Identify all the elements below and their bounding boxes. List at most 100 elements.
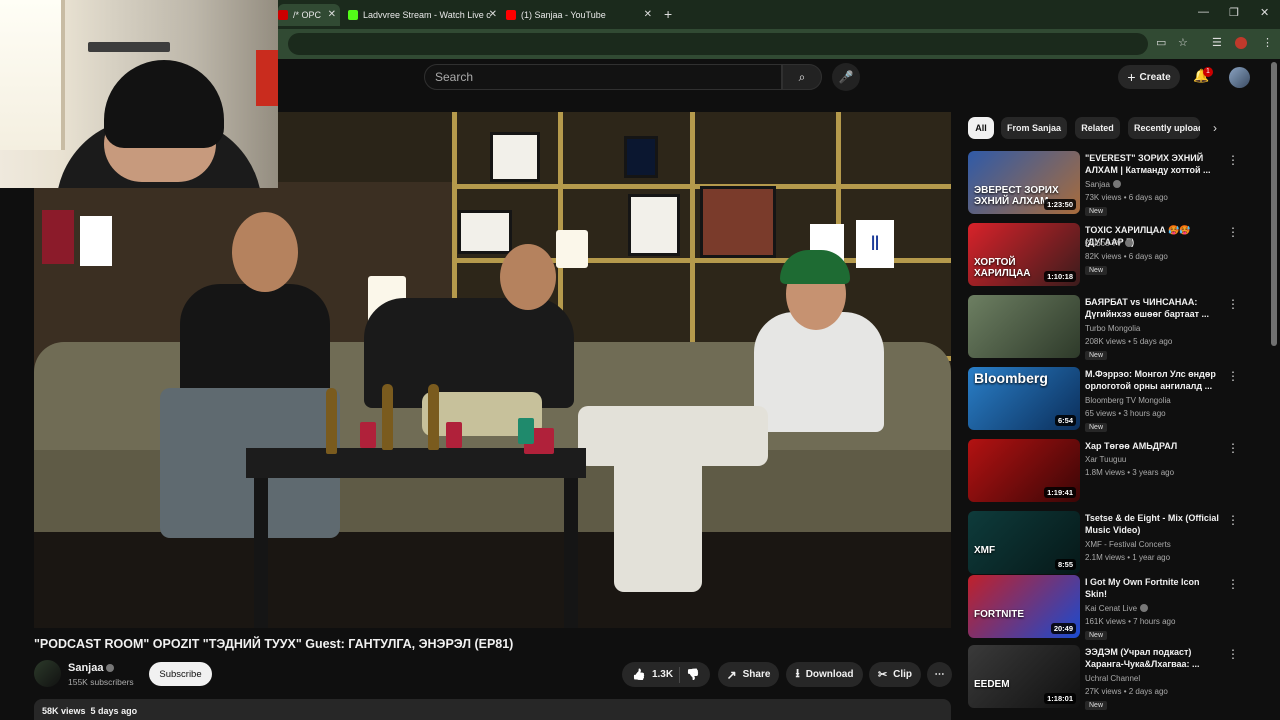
- video-scene-glass: [360, 422, 376, 448]
- recommended-video[interactable]: ЭВЕРЕСТ ЗОРИХ ЭХНИЙ АЛХАМ 1:23:50 "EVEREST…: [968, 151, 1243, 217]
- more-options-icon[interactable]: ⋮: [1227, 297, 1239, 311]
- more-actions-button[interactable]: ⋯: [927, 662, 952, 687]
- recommended-views: 208K views: [1085, 337, 1126, 346]
- video-thumbnail[interactable]: [968, 295, 1080, 358]
- bookmark-star-icon[interactable]: ☆: [1178, 36, 1188, 49]
- new-badge: New: [1085, 701, 1108, 710]
- recommended-video[interactable]: EEDEM 1:18:01 ЭЭДЭМ (Учрал подкаст) Харанг…: [968, 645, 1243, 711]
- new-tab-button[interactable]: +: [664, 6, 672, 22]
- recommended-channel-name: XMF - Festival Concerts: [1085, 540, 1171, 549]
- channel-name[interactable]: Sanjaa: [68, 662, 115, 674]
- video-thumbnail[interactable]: 1:19:41: [968, 439, 1080, 502]
- new-badge: New: [1085, 351, 1108, 360]
- reading-list-icon[interactable]: ☰: [1212, 36, 1222, 49]
- recommended-views: 65 views: [1085, 409, 1117, 418]
- video-scene-frame: [458, 210, 512, 254]
- verified-badge-icon: [106, 664, 115, 672]
- download-button[interactable]: ⭳ Download: [786, 662, 863, 687]
- recommended-title[interactable]: ЭЭДЭМ (Учрал подкаст) Харанга-Чука&Лхагв…: [1085, 646, 1221, 670]
- profile-icon[interactable]: [1235, 37, 1247, 49]
- recommended-meta: 73K views • 6 days ago: [1085, 193, 1168, 202]
- video-scene-floor: [34, 532, 951, 628]
- more-options-icon[interactable]: ⋮: [1227, 647, 1239, 661]
- recommended-video[interactable]: БАЯРБАТ vs ЧИНСАНАА: Дүгийнхээ өшөөг бар…: [968, 295, 1243, 361]
- video-thumbnail[interactable]: ЭВЕРЕСТ ЗОРИХ ЭХНИЙ АЛХАМ 1:23:50: [968, 151, 1080, 214]
- more-options-icon[interactable]: ⋮: [1227, 577, 1239, 591]
- account-avatar[interactable]: [1229, 67, 1250, 88]
- cast-icon[interactable]: ▭: [1156, 36, 1166, 49]
- create-button[interactable]: + Create: [1118, 65, 1180, 89]
- voice-search-button[interactable]: 🎤: [832, 63, 860, 91]
- recommended-channel[interactable]: Xar Tuuguu: [1085, 455, 1126, 464]
- recommended-channel[interactable]: Sanjaa: [1085, 180, 1121, 189]
- recommended-title[interactable]: БАЯРБАТ vs ЧИНСАНАА: Дүгийнхээ өшөөг бар…: [1085, 296, 1221, 320]
- like-count: 1.3K: [651, 669, 674, 680]
- restore-button[interactable]: ❐: [1229, 6, 1239, 19]
- chip-recently-uploaded[interactable]: Recently uploaded: [1128, 117, 1200, 139]
- description-box[interactable]: [34, 699, 951, 720]
- video-scene-glass: [446, 422, 462, 448]
- video-thumbnail[interactable]: Bloomberg 6:54: [968, 367, 1080, 430]
- search-button[interactable]: ⌕: [782, 64, 822, 90]
- recommended-channel[interactable]: Zolboo TV: [1085, 239, 1133, 248]
- recommended-views: 73K views: [1085, 193, 1122, 202]
- browser-tab-opozit[interactable]: /* OPC ✕: [278, 4, 340, 26]
- chip-from-channel[interactable]: From Sanjaa: [1001, 117, 1067, 139]
- more-options-icon[interactable]: ⋮: [1227, 441, 1239, 455]
- thumbs-down-icon[interactable]: 👎: [686, 668, 700, 681]
- close-tab-icon[interactable]: ✕: [328, 9, 336, 20]
- chip-related[interactable]: Related: [1075, 117, 1120, 139]
- video-scene-frame: [700, 186, 776, 258]
- download-label: Download: [805, 669, 854, 680]
- thumbnail-text: FORTNITE: [974, 609, 1024, 620]
- recommended-video[interactable]: ХОРТОЙ ХАРИЛЦАА 1:10:18 TOXIC ХАРИЛЦАА 🥵🥵 …: [968, 223, 1243, 289]
- recommended-video[interactable]: FORTNITE 20:49 I Got My Own Fortnite Icon …: [968, 575, 1243, 641]
- webcam-person-cap: [104, 60, 224, 148]
- recommended-title[interactable]: I Got My Own Fortnite Icon Skin!: [1085, 576, 1221, 600]
- video-thumbnail[interactable]: FORTNITE 20:49: [968, 575, 1080, 638]
- kebab-menu-icon[interactable]: ⋮: [1262, 36, 1273, 49]
- more-options-icon[interactable]: ⋮: [1227, 369, 1239, 383]
- verified-badge-icon: [1140, 604, 1149, 612]
- recommended-title[interactable]: "EVEREST" ЗОРИХ ЭХНИЙ АЛХАМ | Катманду х…: [1085, 152, 1221, 176]
- recommended-channel[interactable]: Turbo Mongolia: [1085, 324, 1140, 333]
- browser-tab-kick[interactable]: Ladvvree Stream - Watch Live c ✕: [348, 4, 500, 26]
- recommended-title[interactable]: М.Фэррэо: Монгол Улс өндөр орлоготой орн…: [1085, 368, 1221, 392]
- browser-tab-youtube[interactable]: (1) Sanjaa - YouTube ✕: [506, 4, 656, 26]
- like-button[interactable]: 👍 1.3K: [632, 668, 673, 681]
- chevron-right-icon[interactable]: ›: [1213, 121, 1217, 135]
- video-player[interactable]: Ⅱ: [34, 112, 951, 628]
- chip-all[interactable]: All: [968, 117, 994, 139]
- share-button[interactable]: ↗ Share: [718, 662, 779, 687]
- recommended-title[interactable]: Хар Төгөө АМЬДРАЛ: [1085, 440, 1221, 452]
- search-input[interactable]: Search: [424, 64, 782, 90]
- channel-avatar[interactable]: [34, 660, 61, 687]
- recommended-video[interactable]: 1:19:41 Хар Төгөө АМЬДРАЛ Xar Tuuguu 1.8M v…: [968, 439, 1243, 505]
- address-bar[interactable]: [288, 33, 1148, 55]
- more-options-icon[interactable]: ⋮: [1227, 225, 1239, 239]
- subscribe-button[interactable]: Subscribe: [149, 662, 212, 686]
- video-person-right-lower-legs: [614, 452, 702, 592]
- video-thumbnail[interactable]: XMF 8:55: [968, 511, 1080, 574]
- video-thumbnail[interactable]: EEDEM 1:18:01: [968, 645, 1080, 708]
- recommended-channel[interactable]: Kai Cenat Live: [1085, 604, 1149, 613]
- create-label: Create: [1139, 71, 1171, 83]
- close-window-button[interactable]: ✕: [1260, 6, 1269, 19]
- minimize-button[interactable]: —: [1198, 6, 1209, 18]
- recommended-channel[interactable]: Uchral Channel: [1085, 674, 1140, 683]
- recommended-channel[interactable]: Bloomberg TV Mongolia: [1085, 396, 1171, 405]
- close-tab-icon[interactable]: ✕: [489, 9, 497, 20]
- recommended-title[interactable]: Tsetse & de Eight - Mix (Official Music …: [1085, 512, 1221, 536]
- recommended-channel[interactable]: XMF - Festival Concerts: [1085, 540, 1171, 549]
- video-scene-bottle: [326, 388, 337, 454]
- recommended-video[interactable]: XMF 8:55 Tsetse & de Eight - Mix (Official…: [968, 511, 1243, 577]
- close-tab-icon[interactable]: ✕: [644, 9, 652, 20]
- page-scrollbar[interactable]: [1271, 62, 1277, 346]
- video-thumbnail[interactable]: ХОРТОЙ ХАРИЛЦАА 1:10:18: [968, 223, 1080, 286]
- recommended-channel-name: Kai Cenat Live: [1085, 604, 1138, 613]
- more-options-icon[interactable]: ⋮: [1227, 513, 1239, 527]
- clip-button[interactable]: ✂ Clip: [869, 662, 921, 687]
- more-options-icon[interactable]: ⋮: [1227, 153, 1239, 167]
- plus-icon: +: [1127, 69, 1136, 85]
- recommended-video[interactable]: Bloomberg 6:54 М.Фэррэо: Монгол Улс өндөр …: [968, 367, 1243, 433]
